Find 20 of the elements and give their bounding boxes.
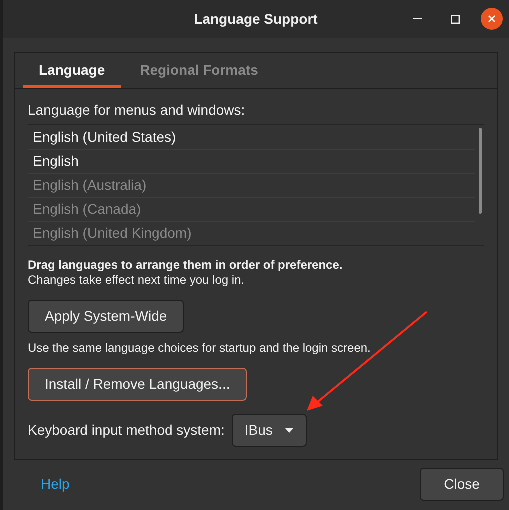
close-button[interactable]: Close — [420, 468, 504, 501]
close-icon — [488, 15, 496, 23]
close-window-button[interactable] — [481, 8, 503, 30]
language-item[interactable]: English — [28, 149, 475, 173]
tab[interactable]: Language — [23, 53, 122, 88]
input-method-dropdown[interactable]: IBus — [232, 414, 307, 447]
apply-note: Use the same language choices for startup and the login screen. — [28, 341, 372, 356]
caret-icon — [284, 428, 294, 433]
tab[interactable]: Regional Formats — [121, 53, 278, 88]
input-method-label: Keyboard input method system: — [28, 421, 225, 440]
install-button[interactable]: Install / Remove Languages... — [28, 368, 248, 401]
help-link[interactable]: Help — [41, 474, 70, 495]
list-label: Language for menus and windows: — [28, 101, 246, 119]
apply-button[interactable]: Apply System-Wide — [28, 300, 184, 333]
hint-text: Changes take effect next time you log in. — [28, 273, 246, 288]
window-title: Language Support — [194, 10, 318, 29]
maximize-icon — [450, 14, 460, 24]
minimize-icon — [412, 18, 422, 20]
language-item[interactable]: English (United States) — [28, 125, 475, 149]
hint-title: Drag languages to arrange them in order of preference. — [28, 258, 344, 273]
